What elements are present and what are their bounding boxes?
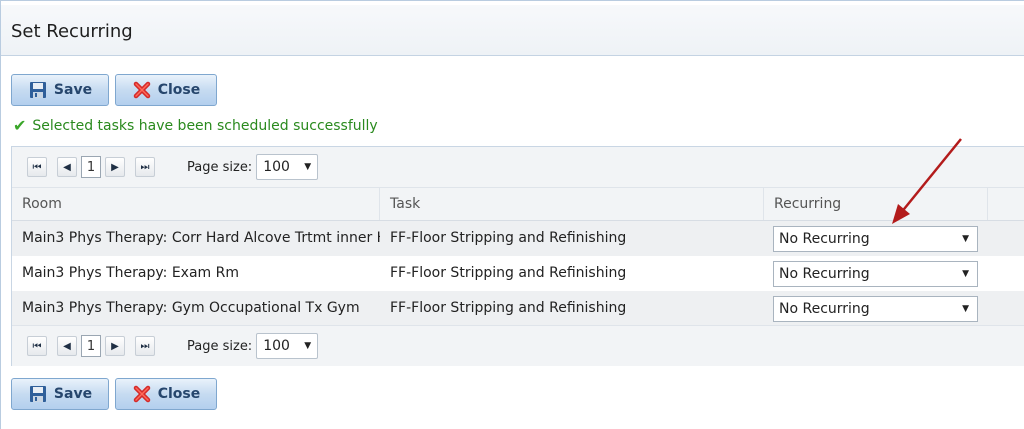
recurring-select-value: No Recurring [779, 231, 870, 247]
page-title: Set Recurring [11, 21, 133, 42]
chevron-down-icon: ▼ [304, 341, 312, 351]
room-cell: Main3 Phys Therapy: Corr Hard Alcove Trt… [22, 230, 380, 246]
top-toolbar: Save Close [11, 74, 217, 108]
save-button-label: Save [53, 386, 93, 402]
column-header-room[interactable]: Room [12, 188, 380, 220]
bottom-pager: ⏮ ◀ 1 ▶ ⏭ Page size: 100 ▼ [12, 325, 1024, 366]
last-page-icon[interactable]: ⏭ [135, 336, 155, 356]
next-page-icon[interactable]: ▶ [105, 336, 125, 356]
top-pager: ⏮ ◀ 1 ▶ ⏭ Page size: 100 ▼ [12, 147, 1024, 188]
prev-page-icon[interactable]: ◀ [57, 336, 77, 356]
grid-header: Room Task Recurring [12, 188, 1024, 221]
first-page-icon[interactable]: ⏮ [27, 157, 47, 177]
recurring-select[interactable]: No Recurring ▼ [773, 226, 978, 252]
task-cell: FF-Floor Stripping and Refinishing [390, 300, 627, 316]
bottom-toolbar: Save Close [11, 378, 217, 412]
close-button-label: Close [157, 386, 201, 402]
close-button[interactable]: Close [115, 378, 217, 410]
table-row[interactable]: Main3 Phys Therapy: Exam Rm FF-Floor Str… [12, 256, 1024, 291]
last-page-icon[interactable]: ⏭ [135, 157, 155, 177]
save-icon [29, 386, 46, 402]
recurring-select-value: No Recurring [779, 301, 870, 317]
success-message: ✔ Selected tasks have been scheduled suc… [13, 116, 378, 135]
chevron-down-icon: ▼ [962, 304, 969, 314]
chevron-down-icon: ▼ [962, 269, 969, 279]
page-size-select[interactable]: 100 ▼ [256, 333, 319, 359]
close-icon [133, 385, 150, 403]
task-cell: FF-Floor Stripping and Refinishing [390, 230, 627, 246]
page-size-select[interactable]: 100 ▼ [256, 154, 319, 180]
table-row[interactable]: Main3 Phys Therapy: Corr Hard Alcove Trt… [12, 221, 1024, 256]
title-bar: Set Recurring [1, 5, 1024, 56]
save-button[interactable]: Save [11, 378, 109, 410]
current-page-number[interactable]: 1 [81, 156, 101, 178]
recurring-select[interactable]: No Recurring ▼ [773, 296, 978, 322]
chevron-down-icon: ▼ [304, 162, 312, 172]
table-row[interactable]: Main3 Phys Therapy: Gym Occupational Tx … [12, 291, 1024, 326]
page-size-label: Page size: [187, 338, 253, 354]
room-cell: Main3 Phys Therapy: Gym Occupational Tx … [22, 300, 360, 316]
current-page-number[interactable]: 1 [81, 335, 101, 357]
tasks-grid: ⏮ ◀ 1 ▶ ⏭ Page size: 100 ▼ Room Task Rec… [11, 146, 1024, 366]
set-recurring-dialog: Set Recurring Save Close ✔ Selected task… [0, 0, 1024, 429]
next-page-icon[interactable]: ▶ [105, 157, 125, 177]
room-cell: Main3 Phys Therapy: Exam Rm [22, 265, 239, 281]
success-message-text: Selected tasks have been scheduled succe… [32, 117, 378, 134]
chevron-down-icon: ▼ [962, 234, 969, 244]
close-button-label: Close [157, 82, 201, 98]
first-page-icon[interactable]: ⏮ [27, 336, 47, 356]
page-size-value: 100 [263, 159, 290, 175]
task-cell: FF-Floor Stripping and Refinishing [390, 265, 627, 281]
annotation-arrow-icon [892, 138, 962, 224]
close-icon [133, 81, 150, 99]
save-button[interactable]: Save [11, 74, 109, 106]
recurring-select-value: No Recurring [779, 266, 870, 282]
prev-page-icon[interactable]: ◀ [57, 157, 77, 177]
save-button-label: Save [53, 82, 93, 98]
close-button[interactable]: Close [115, 74, 217, 106]
page-size-label: Page size: [187, 159, 253, 175]
save-icon [29, 82, 46, 98]
page-size-value: 100 [263, 338, 290, 354]
recurring-select[interactable]: No Recurring ▼ [773, 261, 978, 287]
column-header-task[interactable]: Task [380, 188, 764, 220]
checkmark-icon: ✔ [13, 116, 27, 135]
